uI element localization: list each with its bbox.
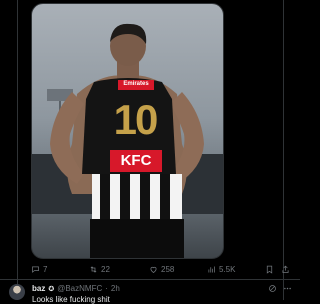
left-column-border <box>17 0 18 300</box>
reply-icon <box>32 266 39 273</box>
like-icon <box>150 266 157 273</box>
grok-icon[interactable] <box>268 284 277 293</box>
views-icon <box>208 266 215 272</box>
more-icon[interactable] <box>283 284 292 293</box>
reply-separator: · <box>105 284 108 293</box>
reply-author-badge: ✪ <box>48 285 55 293</box>
avatar[interactable] <box>9 284 25 300</box>
bookmark-icon <box>266 265 273 274</box>
reply-author-handle[interactable]: @BazNMFC <box>57 284 102 293</box>
tweet-media-image[interactable]: Emirates 10 KFC <box>31 3 224 259</box>
bookmark-button[interactable] <box>265 262 274 276</box>
retweet-button[interactable]: 22 <box>89 262 110 276</box>
views-count: 5.5K <box>219 264 236 274</box>
share-icon <box>282 265 289 273</box>
views-button[interactable]: 5.5K <box>207 262 235 276</box>
like-button[interactable]: 258 <box>149 262 174 276</box>
reply-header-icons <box>268 284 292 293</box>
retweet-count: 22 <box>101 264 110 274</box>
reply-count: 7 <box>43 264 48 274</box>
share-button[interactable] <box>281 262 290 276</box>
reply-author-name[interactable]: baz <box>32 284 45 293</box>
tweet-action-bar: 7 22 258 5.5K <box>31 262 291 276</box>
retweet-icon <box>90 265 97 273</box>
guernsey-number: 10 <box>113 96 159 143</box>
reply-button[interactable]: 7 <box>31 262 47 276</box>
guernsey-sponsor-front: KFC <box>120 152 152 169</box>
like-count: 258 <box>161 264 175 274</box>
reply-header: baz ✪ @BazNMFC · 2h <box>32 284 120 293</box>
guernsey-sponsor-top: Emirates <box>123 81 149 87</box>
right-column-border <box>283 0 284 300</box>
tweet-divider <box>0 279 300 280</box>
reply-timestamp[interactable]: 2h <box>111 284 120 293</box>
